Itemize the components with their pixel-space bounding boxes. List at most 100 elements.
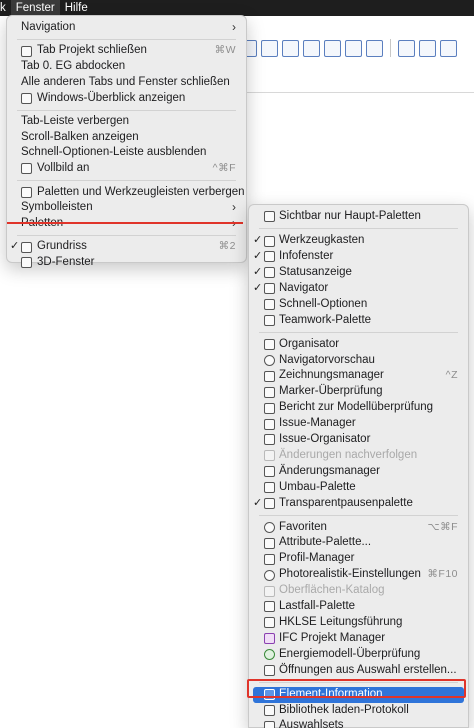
paletten-item-issue-manager[interactable]: Issue-Manager	[249, 416, 468, 432]
paletten-item-bericht-zur-modellüberprüfung[interactable]: Bericht zur Modellüberprüfung	[249, 400, 468, 416]
menu-item-label: Änderungsmanager	[279, 464, 381, 477]
fenster-item-alle-anderen-tabs-und-fenster-schließen[interactable]: Alle anderen Tabs und Fenster schließen	[7, 75, 246, 91]
fenster-item-tab-projekt-schließen[interactable]: Tab Projekt schließen ⌘W	[7, 43, 246, 59]
element-info-icon	[264, 689, 275, 701]
menu-item-label: Werkzeugkasten	[279, 234, 365, 247]
menu-item-label: Grundriss	[37, 240, 87, 253]
menu-item-label: Paletten und Werkzeugleisten verbergen	[37, 185, 245, 198]
library-log-icon	[264, 705, 275, 717]
paletten-item-navigator[interactable]: ✓ Navigator	[249, 281, 468, 297]
issue-organizer-icon	[264, 434, 275, 446]
paletten-item-statusanzeige[interactable]: ✓ Statusanzeige	[249, 265, 468, 281]
paletten-item-hklse-leitungsführung[interactable]: HKLSE Leitungsführung	[249, 615, 468, 631]
menu-separator	[259, 515, 458, 516]
paletten-submenu: Sichtbar nur Haupt-Paletten ✓ Werkzeugkast…	[248, 204, 469, 728]
paletten-item-infofenster[interactable]: ✓ Infofenster	[249, 249, 468, 265]
fenster-item-scroll-balken-anzeigen[interactable]: Scroll-Balken anzeigen	[7, 130, 246, 146]
openings-icon	[264, 665, 275, 677]
paletten-item-navigatorvorschau[interactable]: Navigatorvorschau	[249, 353, 468, 369]
paletten-item-favoriten[interactable]: Favoriten ⌥⌘F	[249, 520, 468, 536]
paletten-item-organisator[interactable]: Organisator	[249, 337, 468, 353]
fenster-item-navigation[interactable]: Navigation ›	[7, 20, 246, 36]
profile-icon	[264, 553, 275, 565]
menu-item-label: Vollbild an	[37, 162, 90, 175]
toolbar-icon[interactable]	[345, 39, 362, 57]
report-icon	[264, 402, 275, 414]
toolbar-icon[interactable]	[440, 39, 457, 57]
paletten-item-energiemodell-überprüfung[interactable]: Energiemodell-Überprüfung	[249, 647, 468, 663]
shortcut-label: ⌘W	[214, 44, 236, 57]
toolbar-icon[interactable]	[282, 39, 299, 57]
background-toolbar	[240, 34, 474, 62]
menu-separator	[17, 234, 236, 236]
menubar-item-hilfe[interactable]: Hilfe	[60, 0, 93, 16]
paletten-item-sichtbar-nur-haupt-paletten[interactable]: Sichtbar nur Haupt-Paletten	[249, 209, 468, 225]
paletten-item-ifc-projekt-manager[interactable]: IFC Projekt Manager	[249, 631, 468, 647]
fenster-item-3d-fenster[interactable]: 3D-Fenster	[7, 255, 246, 271]
main-palettes-icon	[264, 211, 275, 223]
fenster-item-windows-überblick-anzeigen[interactable]: Windows-Überblick anzeigen	[7, 91, 246, 107]
fenster-item-schnell-optionen-leiste-ausblenden[interactable]: Schnell-Optionen-Leiste ausblenden	[7, 145, 246, 161]
menu-separator	[17, 180, 236, 182]
paletten-item-lastfall-palette[interactable]: Lastfall-Palette	[249, 599, 468, 615]
paletten-item-öffnungen-aus-auswahl-erstellen[interactable]: Öffnungen aus Auswahl erstellen...	[249, 663, 468, 679]
paletten-item-änderungen-nachverfolgen: Änderungen nachverfolgen	[249, 448, 468, 464]
paletten-item-auswahlsets[interactable]: Auswahlsets	[249, 718, 468, 728]
3d-window-icon	[21, 257, 32, 269]
paletten-item-teamwork-palette[interactable]: Teamwork-Palette	[249, 313, 468, 329]
status-icon	[264, 267, 275, 279]
paletten-item-änderungsmanager[interactable]: Änderungsmanager	[249, 464, 468, 480]
paletten-item-werkzeugkasten[interactable]: ✓ Werkzeugkasten	[249, 233, 468, 249]
menu-item-label: Umbau-Palette	[279, 480, 356, 493]
paletten-item-attribute-palette[interactable]: Attribute-Palette...	[249, 535, 468, 551]
menubar-item-fenster[interactable]: Fenster	[10, 0, 60, 16]
menu-item-label: Infofenster	[279, 249, 334, 262]
toolbar-icon[interactable]	[324, 39, 341, 57]
teamwork-icon	[264, 314, 275, 326]
menubar-item-work[interactable]: k	[0, 0, 11, 16]
chevron-right-icon: ›	[232, 200, 236, 215]
toolbar-icon[interactable]	[303, 39, 320, 57]
shortcut-label: ⌘F10	[427, 568, 458, 581]
checkmark-icon: ✓	[253, 265, 263, 278]
paletten-item-transparentpausenpalette[interactable]: ✓ Transparentpausenpalette	[249, 496, 468, 512]
menu-item-label: Issue-Manager	[279, 417, 356, 430]
paletten-item-photorealistik-einstellungen[interactable]: Photorealistik-Einstellungen ⌘F10	[249, 567, 468, 583]
menu-item-label: Lastfall-Palette	[279, 600, 356, 613]
paletten-item-issue-organisator[interactable]: Issue-Organisator	[249, 432, 468, 448]
grid-icon	[21, 92, 32, 104]
fenster-menu: Navigation › Tab Projekt schließen ⌘W Tab 0.…	[6, 15, 247, 269]
menu-item-label: Profil-Manager	[279, 552, 355, 565]
ifc-icon	[264, 633, 275, 645]
toolbar-icon[interactable]	[261, 39, 278, 57]
menu-item-label: Navigator	[279, 281, 329, 294]
toolbar-separator	[390, 39, 391, 57]
fenster-item-grundriss[interactable]: ✓ Grundriss ⌘2	[7, 239, 246, 255]
toolbar-icon[interactable]	[366, 39, 383, 57]
fenster-item-tab-leiste-verbergen[interactable]: Tab-Leiste verbergen	[7, 114, 246, 130]
menu-item-label: Sichtbar nur Haupt-Paletten	[279, 210, 421, 222]
renovation-icon	[264, 482, 275, 494]
checkmark-icon: ✓	[253, 496, 263, 509]
fenster-item-vollbild-an[interactable]: Vollbild an ^⌘F	[7, 161, 246, 177]
toolbar-icon[interactable]	[419, 39, 436, 57]
menu-item-label: Tab Projekt schließen	[37, 44, 147, 57]
menu-bar: k Fenster Hilfe	[0, 0, 474, 16]
paletten-item-profil-manager[interactable]: Profil-Manager	[249, 551, 468, 567]
fenster-item-symbolleisten[interactable]: Symbolleisten ›	[7, 200, 246, 216]
toolbar-icon[interactable]	[398, 39, 415, 57]
menu-item-label: Transparentpausenpalette	[279, 496, 413, 509]
paletten-item-schnell-optionen[interactable]: Schnell-Optionen	[249, 297, 468, 313]
paletten-item-zeichnungsmanager[interactable]: Zeichnungsmanager ^Z	[249, 368, 468, 384]
fenster-item-paletten-und-werkzeugleisten-verbergen[interactable]: Paletten und Werkzeugleisten verbergen	[7, 185, 246, 201]
organizer-icon	[264, 339, 275, 351]
menu-item-label: Element-Information	[279, 687, 383, 700]
paletten-item-marker-überprüfung[interactable]: Marker-Überprüfung	[249, 384, 468, 400]
track-changes-icon	[264, 450, 275, 462]
menu-item-label: Bericht zur Modellüberprüfung	[279, 401, 434, 414]
paletten-item-element-information[interactable]: Element-Information	[253, 686, 464, 703]
menu-item-label: Attribute-Palette...	[279, 536, 372, 549]
fenster-item-tab-0-eg-abdocken[interactable]: Tab 0. EG abdocken	[7, 59, 246, 75]
paletten-item-umbau-palette[interactable]: Umbau-Palette	[249, 480, 468, 496]
paletten-item-bibliothek-laden-protokoll[interactable]: Bibliothek laden-Protokoll	[249, 703, 468, 719]
